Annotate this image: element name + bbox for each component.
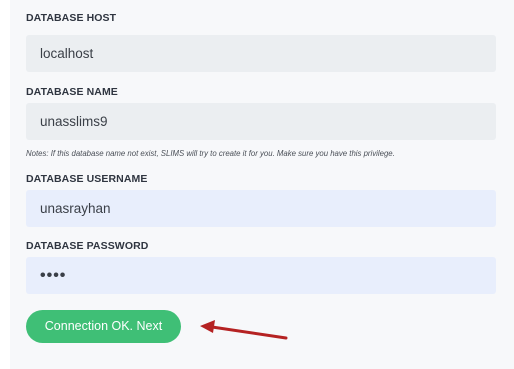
database-host-field[interactable]: localhost (26, 35, 496, 72)
database-name-field[interactable]: unasslims9 (26, 103, 496, 140)
database-config-panel: DATABASE HOST localhost DATABASE NAME un… (10, 0, 514, 369)
database-name-note: Notes: If this database name not exist, … (26, 149, 395, 158)
database-host-label: DATABASE HOST (26, 12, 117, 24)
connection-next-button[interactable]: Connection OK. Next (26, 310, 181, 343)
red-arrow-icon (200, 320, 288, 340)
database-password-label: DATABASE PASSWORD (26, 240, 149, 252)
database-password-field[interactable]: •••• (26, 257, 496, 294)
database-username-label: DATABASE USERNAME (26, 173, 148, 185)
database-name-label: DATABASE NAME (26, 86, 118, 98)
database-username-field[interactable]: unasrayhan (26, 190, 496, 227)
